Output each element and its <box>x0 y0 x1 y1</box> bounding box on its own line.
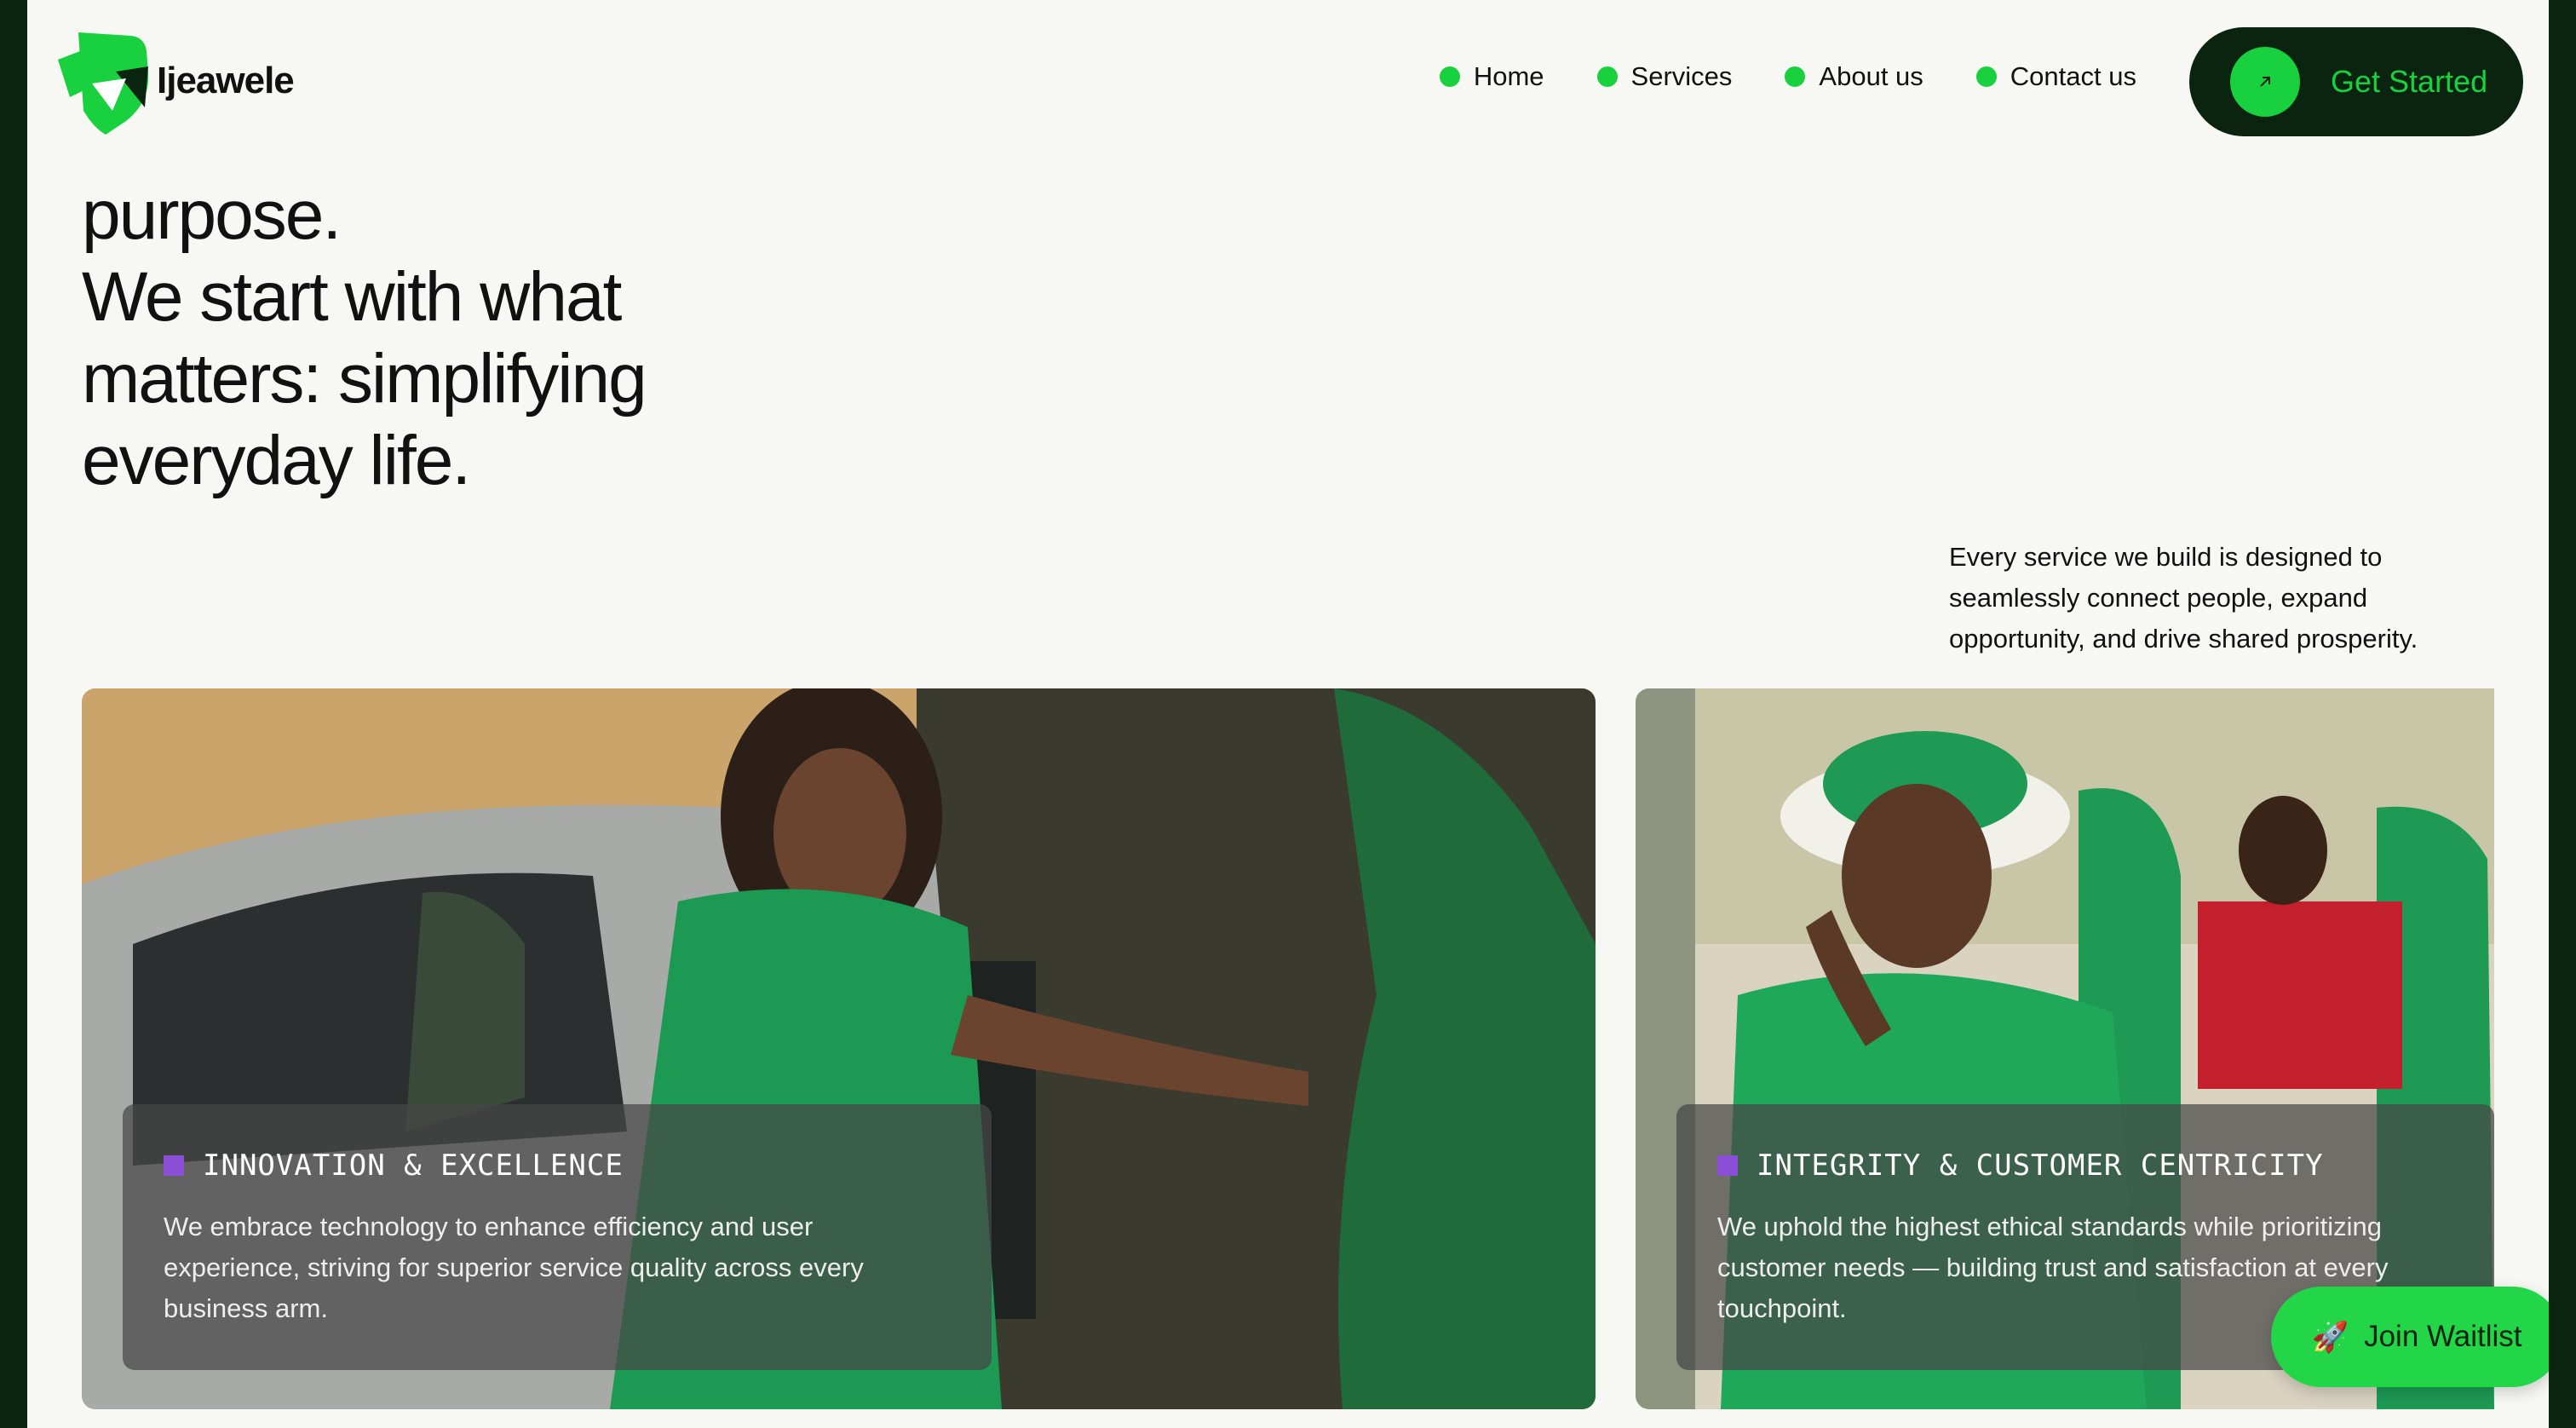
card-tag: INTEGRITY & CUSTOMER CENTRICITY <box>1717 1149 2453 1183</box>
card-overlay: INNOVATION & EXCELLENCE We embrace techn… <box>123 1104 992 1370</box>
nav-label: Home <box>1473 61 1544 91</box>
hero-heading: purpose. We start with what matters: sim… <box>82 175 647 502</box>
card-tag-label: INTEGRITY & CUSTOMER CENTRICITY <box>1757 1149 2324 1183</box>
hero-line: matters: simplifying <box>82 340 647 417</box>
arrow-up-right-icon <box>2230 47 2300 117</box>
join-waitlist-label: Join Waitlist <box>2364 1320 2522 1353</box>
nav-item-home[interactable]: Home <box>1439 61 1544 92</box>
main-nav: Home Services About us Contact us <box>1439 61 2136 92</box>
nav-item-services[interactable]: Services <box>1596 61 1733 92</box>
card-tag: INNOVATION & EXCELLENCE <box>164 1149 951 1183</box>
card-tag-label: INNOVATION & EXCELLENCE <box>203 1149 624 1183</box>
rocket-icon: 🚀 <box>2311 1320 2349 1354</box>
square-bullet-icon <box>1717 1155 1738 1176</box>
get-started-button[interactable]: Get Started <box>2189 27 2523 136</box>
bullet-dot-icon <box>1439 66 1460 87</box>
hero-line: everyday life. <box>82 422 471 499</box>
square-bullet-icon <box>164 1155 184 1176</box>
logo[interactable]: Ijeawele <box>53 26 295 136</box>
join-waitlist-button[interactable]: 🚀 Join Waitlist <box>2271 1287 2549 1387</box>
brand-name: Ijeawele <box>157 60 295 101</box>
nav-item-contact[interactable]: Contact us <box>1975 61 2136 92</box>
bullet-dot-icon <box>1785 66 1806 87</box>
hero-line: purpose. <box>82 176 342 254</box>
nav-label: Contact us <box>2010 61 2136 91</box>
value-card-innovation: INNOVATION & EXCELLENCE We embrace techn… <box>82 688 1596 1409</box>
bullet-dot-icon <box>1975 66 1997 87</box>
shield-logo-icon <box>58 32 149 135</box>
card-description: We embrace technology to enhance efficie… <box>164 1212 864 1323</box>
bullet-dot-icon <box>1596 66 1618 87</box>
nav-label: About us <box>1819 61 1923 91</box>
nav-label: Services <box>1630 61 1733 91</box>
page: Ijeawele Home Services About us Contact … <box>27 0 2549 1428</box>
intro-text: Every service we build is designed to se… <box>1949 542 2418 654</box>
get-started-label: Get Started <box>2331 64 2488 99</box>
nav-item-about[interactable]: About us <box>1785 61 1923 92</box>
hero-line: We start with what <box>82 258 622 336</box>
